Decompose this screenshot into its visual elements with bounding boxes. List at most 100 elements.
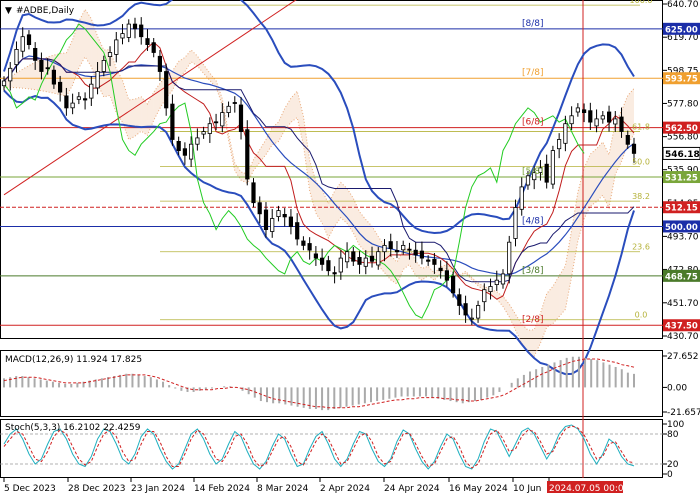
murrey-price-label: 437.50	[665, 322, 698, 332]
murrey-price-label: 500.00	[665, 223, 698, 233]
candle-body	[182, 148, 187, 156]
candle-body	[126, 23, 131, 38]
candle-body	[582, 109, 587, 114]
x-tick-label: 5 Dec 2023	[4, 484, 56, 494]
candle-body	[488, 286, 493, 292]
candle-body	[64, 95, 69, 109]
candle-body	[70, 102, 75, 109]
candle-body	[89, 83, 94, 99]
candle-body	[432, 258, 437, 265]
candle-body	[600, 115, 605, 120]
macd-y-tick-label: 0.00	[667, 383, 687, 393]
candle-body	[263, 209, 269, 231]
candle-body	[394, 250, 400, 253]
candle-body	[625, 134, 630, 145]
trading-chart[interactable]: 27.6520.00-21.657 10080200 640.70619.705…	[0, 0, 700, 500]
candle-body	[145, 38, 150, 45]
candle-body	[232, 102, 237, 104]
cursor-date-label: 2024.07.05 00:00	[549, 484, 630, 494]
murrey-price-label: 531.25	[665, 174, 698, 184]
stoch-y-tick-label: 20	[667, 460, 679, 470]
candle-body	[288, 216, 294, 227]
candle-body	[114, 39, 119, 55]
candle-body	[1, 80, 7, 87]
candle-body	[500, 273, 506, 285]
candle-body	[301, 240, 306, 246]
macd-y-tick-label: -21.657	[667, 408, 700, 418]
candle-body	[407, 248, 412, 251]
x-tick-label: 8 Mar 2024	[257, 484, 309, 494]
candle-body	[376, 251, 381, 266]
y-tick-label: 451.70	[667, 299, 699, 309]
candle-body	[132, 23, 138, 30]
candle-body	[276, 210, 281, 218]
candle-body	[444, 270, 450, 281]
candle-body	[401, 244, 406, 251]
murrey-price-label: 468.75	[665, 272, 698, 282]
cloud-segment	[128, 99, 135, 140]
y-tick-label: 493.70	[667, 232, 699, 242]
y-tick-label: 640.70	[667, 0, 699, 10]
candle-body	[363, 257, 368, 267]
candle-body	[613, 118, 618, 125]
candle-body	[450, 275, 456, 294]
candle-body	[251, 182, 256, 204]
candle-body	[388, 241, 393, 250]
murrey-bracket-label: [2/8]	[522, 315, 544, 325]
murrey-price-label: 562.50	[665, 124, 698, 134]
candle-body	[33, 48, 38, 61]
x-tick-label: 14 Feb 2024	[194, 484, 250, 494]
candle-body	[457, 294, 462, 306]
candle-body	[58, 81, 63, 93]
x-tick-label: 16 May 2024	[449, 484, 508, 494]
stoch-title: Stoch(5,3,3) 16.2102 22.4259	[5, 423, 141, 433]
candle-body	[295, 222, 300, 240]
candle-body	[569, 115, 574, 125]
murrey-price-label: 593.75	[665, 75, 698, 85]
candle-body	[101, 60, 106, 72]
stoch-y-tick-label: 100	[667, 420, 684, 430]
fib-level-label: 61.8	[632, 123, 650, 132]
murrey-bracket-label: [5/8]	[522, 167, 544, 177]
cloud-segment	[28, 62, 36, 90]
fib-level-label: 23.6	[632, 243, 650, 252]
candle-body	[151, 42, 156, 53]
x-tick-label: 24 Apr 2024	[384, 484, 440, 494]
candle-body	[319, 257, 325, 265]
fib-level-label: 100.0	[630, 0, 653, 5]
murrey-price-label: 625.00	[665, 25, 698, 35]
candle-body	[157, 55, 162, 72]
candle-body	[139, 24, 144, 38]
candle-body	[438, 267, 443, 272]
candle-body	[351, 251, 356, 262]
chart-window: 27.652 0.00 -21.657 100 80 20 0 640.70 619.70 5…	[0, 0, 700, 500]
candle-body	[494, 279, 499, 286]
candle-body	[188, 143, 194, 160]
candle-body	[475, 305, 481, 319]
candle-body	[238, 104, 244, 133]
murrey-bracket-label: [6/8]	[522, 118, 544, 128]
candle-body	[357, 256, 362, 265]
candle-body	[519, 186, 524, 210]
candle-body	[164, 71, 169, 109]
candle-body	[83, 98, 88, 101]
y-tick-label: 556.80	[667, 133, 699, 143]
macd-title: MACD(12,26,9) 11.924 17.825	[5, 355, 142, 365]
murrey-bracket-label: [8/8]	[522, 19, 544, 29]
current-price-label: 546.18	[665, 150, 700, 160]
murrey-bracket-label: [4/8]	[522, 216, 544, 226]
candle-body	[607, 111, 612, 123]
candle-body	[282, 213, 287, 218]
candle-body	[482, 289, 487, 303]
candle-body	[26, 34, 32, 45]
candle-body	[426, 259, 431, 262]
candle-body	[245, 129, 250, 180]
candle-body	[195, 137, 200, 145]
candle-body	[631, 143, 637, 154]
cloud-segment	[22, 65, 29, 89]
candle-body	[313, 253, 319, 259]
candle-body	[226, 105, 231, 114]
candle-body	[469, 317, 474, 320]
candle-body	[619, 116, 624, 132]
stoch-y-tick-label: 80	[667, 430, 679, 440]
